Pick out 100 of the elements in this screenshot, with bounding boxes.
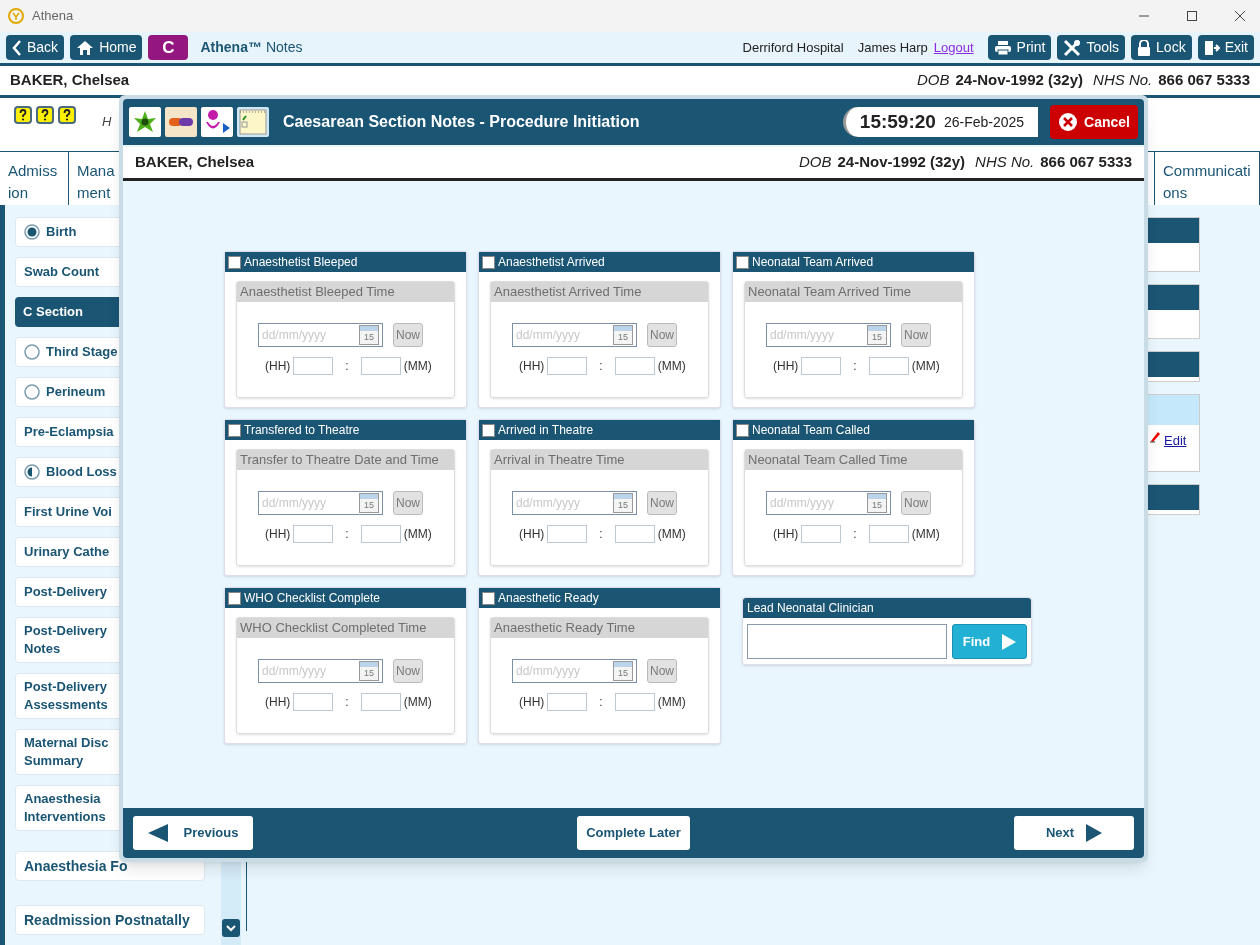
tab[interactable]: Communications [1154,152,1260,205]
hour-field[interactable] [293,357,334,375]
minute-label: (MM) [911,358,940,375]
nhs-label: NHS No. [975,152,1035,173]
maximize-icon[interactable] [1186,10,1198,22]
home-icon [76,39,95,56]
app-name: Athena™ [200,38,262,57]
minute-field[interactable] [868,357,909,375]
pencil-icon [1149,431,1161,443]
hour-label: (HH) [265,694,291,711]
hour-field[interactable] [547,525,588,543]
time-separator: : [853,358,857,375]
hour-field[interactable] [547,693,588,711]
time-separator: : [599,694,603,711]
time-separator: : [599,358,603,375]
hour-field[interactable] [293,525,334,543]
hour-label: (HH) [519,694,545,711]
flower-icon[interactable] [129,107,161,137]
time-panel-title: Anaesthetist Arrived Time [491,282,708,302]
event-label: Neonatal Team Arrived [752,254,874,271]
event-label: Anaesthetist Bleeped [244,254,358,271]
left-arrow-icon [147,824,168,842]
back-button[interactable]: Back [6,35,65,60]
time-separator: : [345,526,349,543]
time-panel-title: Transfer to Theatre Date and Time [237,450,454,470]
right-arrow-icon [1086,824,1103,842]
event-label: Neonatal Team Called [752,422,870,439]
scroll-down-icon[interactable] [222,919,240,937]
time-panel-title: Neonatal Team Called Time [745,450,962,470]
user-name: James Harp [857,38,928,57]
time-panel-title: Anaesthetic Ready Time [491,618,708,638]
clinician-field[interactable] [747,624,947,659]
house-alert-icon[interactable] [36,106,54,124]
lock-button[interactable]: Lock [1131,35,1192,60]
app-subtitle: Notes [265,38,303,57]
edit-link[interactable]: Edit [1164,431,1187,451]
close-circle-icon [1058,112,1079,132]
minute-label: (MM) [403,526,432,543]
time-panel-title: WHO Checklist Completed Time [237,618,454,638]
play-arrow-icon [1002,633,1017,650]
clock-time: 15:59:20 [859,109,936,134]
hour-label: (HH) [519,358,545,375]
capsule-icon[interactable] [165,107,197,137]
hour-field[interactable] [547,357,588,375]
minute-label: (MM) [657,526,686,543]
hour-label: (HH) [519,526,545,543]
hour-field[interactable] [801,525,842,543]
printer-icon [993,39,1012,56]
minute-field[interactable] [360,357,401,375]
logout-link[interactable]: Logout [933,37,974,58]
time-separator: : [853,526,857,543]
minute-label: (MM) [403,694,432,711]
hour-field[interactable] [801,357,842,375]
event-label: Anaesthetist Arrived [498,254,605,271]
padlock-icon [1137,39,1152,56]
alert-text: H [102,113,112,131]
dob-value: 24-Nov-1992 (32y) [955,70,1084,91]
alert-list-icon[interactable] [14,106,32,124]
dob-label: DOB [798,152,832,173]
event-label: Arrived in Theatre [498,422,594,439]
minute-label: (MM) [911,526,940,543]
time-panel-title: Anaesthetist Bleeped Time [237,282,454,302]
hour-label: (HH) [773,526,799,543]
hospital-name: Derriford Hospital [742,38,844,57]
print-button[interactable]: Print [987,35,1052,60]
previous-button[interactable]: Previous [133,816,253,850]
tools-icon [1063,38,1082,57]
tools-button[interactable]: Tools [1057,35,1126,60]
exit-icon [1203,39,1220,56]
lookup-title: Lead Neonatal Clinician [743,598,1031,618]
minute-field[interactable] [614,693,655,711]
hour-label: (HH) [773,358,799,375]
patient-initial-button[interactable]: C [148,35,189,60]
clock-date: 26-Feb-2025 [943,112,1025,132]
event-label: Anaesthetic Ready [498,590,599,607]
minute-field[interactable] [360,525,401,543]
close-icon[interactable] [1234,10,1246,22]
hour-label: (HH) [265,526,291,543]
minute-field[interactable] [614,525,655,543]
minute-label: (MM) [403,358,432,375]
complete-later-button[interactable]: Complete Later [577,816,690,850]
event-label: WHO Checklist Complete [244,590,381,607]
nhs-number: 866 067 5333 [1040,152,1132,173]
cancel-button[interactable]: Cancel [1050,105,1138,139]
event-label: Transfered to Theatre [244,422,360,439]
home-button[interactable]: Home [70,35,143,60]
alert-note-icon[interactable] [58,106,76,124]
next-button[interactable]: Next [1014,816,1134,850]
minute-field[interactable] [360,693,401,711]
hour-field[interactable] [293,693,334,711]
minute-field[interactable] [868,525,909,543]
minute-field[interactable] [614,357,655,375]
app-logo-icon [8,8,24,24]
window-title: Athena [32,7,74,26]
time-panel-title: Neonatal Team Arrived Time [745,282,962,302]
sidebar-item[interactable]: Readmission Postnatally [15,905,205,935]
time-separator: : [345,694,349,711]
exit-button[interactable]: Exit [1197,35,1254,60]
dob-label: DOB [916,70,950,91]
nhs-label: NHS No. [1093,70,1153,91]
